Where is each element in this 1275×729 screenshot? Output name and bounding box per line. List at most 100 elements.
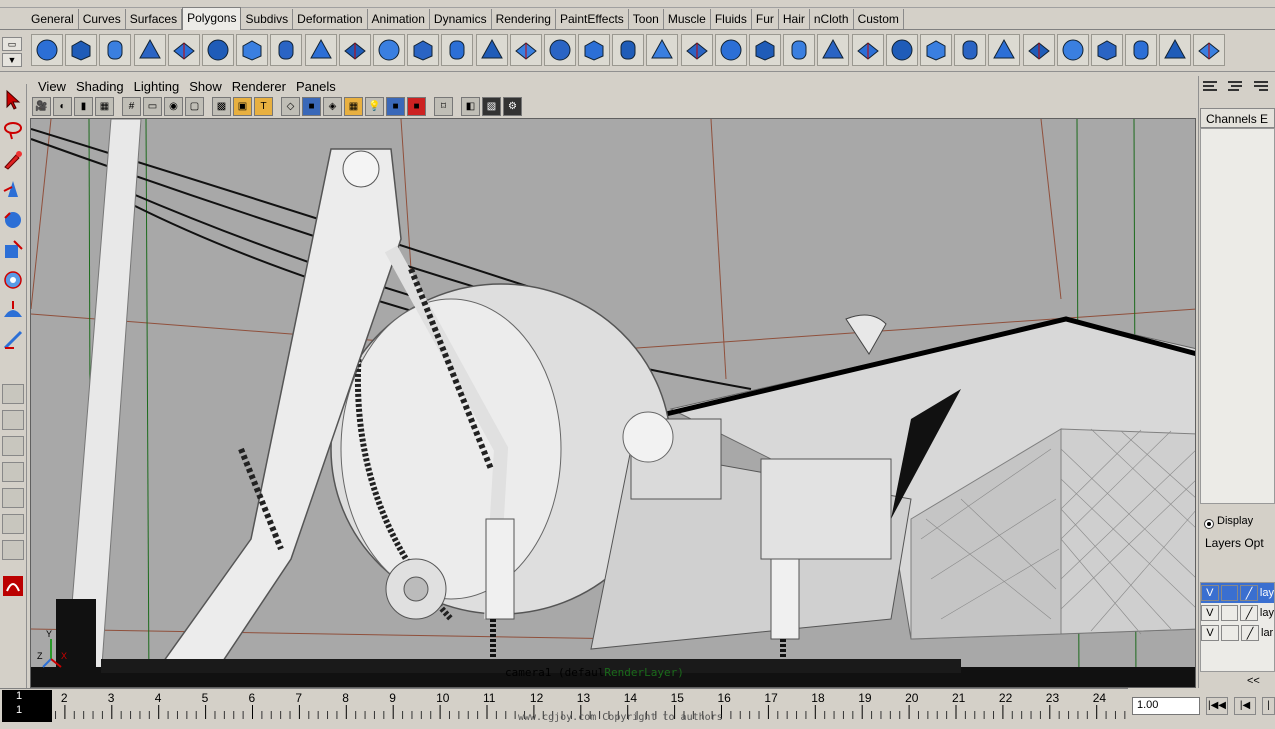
gate-mask-icon[interactable]: ▢ <box>185 97 204 116</box>
poly-reduce-icon[interactable] <box>817 34 850 66</box>
layer-template-toggle[interactable] <box>1220 585 1239 601</box>
shelf-tab-hair[interactable]: Hair <box>779 9 810 29</box>
safe-action-icon[interactable]: ▣ <box>233 97 252 116</box>
poly-uv-planar-icon[interactable] <box>1022 34 1055 66</box>
shelf-tab-dynamics[interactable]: Dynamics <box>430 9 492 29</box>
shelf-tab-deformation[interactable]: Deformation <box>293 9 368 29</box>
panel-menu-lighting[interactable]: Lighting <box>129 76 185 96</box>
poly-uv-automatic-icon[interactable] <box>1125 34 1158 66</box>
scale-tool-icon[interactable] <box>1 236 25 264</box>
attribute-editor-toggle-icon[interactable] <box>1225 78 1245 96</box>
layer-color-swatch[interactable]: ╱ <box>1241 625 1259 641</box>
panel-menu-panels[interactable]: Panels <box>291 76 341 96</box>
isolate-select-icon[interactable]: ⌑ <box>434 97 453 116</box>
poly-fill-hole-icon[interactable] <box>919 34 952 66</box>
layer-visibility-toggle[interactable]: V <box>1201 585 1219 601</box>
shelf-menu-arrow-icon[interactable]: ▼ <box>2 53 22 67</box>
shelf-tab-toon[interactable]: Toon <box>629 9 664 29</box>
shelf-tab-editor-icon[interactable]: ▭ <box>2 37 22 51</box>
high-quality-icon[interactable]: ■ <box>407 97 426 116</box>
panel-menu-renderer[interactable]: Renderer <box>227 76 291 96</box>
poly-soccer-ball-icon[interactable] <box>270 34 303 66</box>
move-tool-icon[interactable] <box>1 176 25 204</box>
universal-manipulator-icon[interactable] <box>1 266 25 294</box>
step-back-icon[interactable]: |◀ <box>1234 697 1256 715</box>
shelf-tab-subdivs[interactable]: Subdivs <box>241 9 294 29</box>
poly-combine-icon[interactable] <box>304 34 337 66</box>
grid-icon[interactable]: # <box>122 97 141 116</box>
shelf-tab-muscle[interactable]: Muscle <box>664 9 711 29</box>
poly-bevel-icon[interactable] <box>749 34 782 66</box>
film-gate-icon[interactable]: ▭ <box>143 97 162 116</box>
xray-joints-icon[interactable]: ▧ <box>482 97 501 116</box>
tool-settings-toggle-icon[interactable] <box>1251 78 1271 96</box>
lasso-tool-icon[interactable] <box>1 116 25 144</box>
display-radio-icon[interactable] <box>1204 519 1214 529</box>
poly-merge-icon[interactable] <box>954 34 987 66</box>
poly-split-icon[interactable] <box>578 34 611 66</box>
layer-row[interactable]: V ╱ lay <box>1201 603 1274 623</box>
layer-color-swatch[interactable]: ╱ <box>1240 605 1258 621</box>
layer-row[interactable]: V ╱ lar <box>1201 623 1274 643</box>
poly-cube-icon[interactable] <box>65 34 98 66</box>
select-tool-icon[interactable] <box>1 86 25 114</box>
layout-four-icon[interactable] <box>2 410 24 430</box>
current-frame-marker[interactable]: 11 <box>2 690 52 722</box>
layer-template-toggle[interactable] <box>1221 625 1239 641</box>
layout-single-icon[interactable] <box>2 384 24 404</box>
collapse-panel-button[interactable]: << <box>1247 675 1260 687</box>
rotate-tool-icon[interactable] <box>1 206 25 234</box>
layout-graph-icon[interactable] <box>2 488 24 508</box>
field-chart-icon[interactable]: ▩ <box>212 97 231 116</box>
shadows-icon[interactable]: ■ <box>386 97 405 116</box>
viewport-3d[interactable]: Y Z X <box>30 118 1196 688</box>
image-plane-icon[interactable]: ▦ <box>95 97 114 116</box>
xray-icon[interactable]: ◧ <box>461 97 480 116</box>
poly-texture-editor-icon[interactable] <box>1193 34 1226 66</box>
poly-insert-edge-loop-icon[interactable] <box>612 34 645 66</box>
panel-menu-view[interactable]: View <box>33 76 71 96</box>
layer-row[interactable]: V ╱ lay <box>1201 583 1274 603</box>
layout-side-icon[interactable] <box>2 436 24 456</box>
safe-title-icon[interactable]: T <box>254 97 273 116</box>
channels-tab[interactable]: Channels E <box>1200 108 1275 128</box>
shelf-tab-fur[interactable]: Fur <box>752 9 779 29</box>
layer-visibility-toggle[interactable]: V <box>1201 605 1219 621</box>
resolution-gate-icon[interactable]: ◉ <box>164 97 183 116</box>
poly-torus-icon[interactable] <box>202 34 235 66</box>
poly-sculpt-icon[interactable] <box>988 34 1021 66</box>
backface-culling-icon[interactable]: ⚙ <box>503 97 522 116</box>
poly-uv-cylindrical-icon[interactable] <box>1056 34 1089 66</box>
poly-uv-editor-icon[interactable] <box>1159 34 1192 66</box>
poly-offset-edge-loop-icon[interactable] <box>646 34 679 66</box>
wireframe-icon[interactable]: ◇ <box>281 97 300 116</box>
shelf-tab-animation[interactable]: Animation <box>368 9 430 29</box>
shelf-tab-fluids[interactable]: Fluids <box>711 9 752 29</box>
poly-triangulate-icon[interactable] <box>851 34 884 66</box>
shelf-tab-painteffects[interactable]: PaintEffects <box>556 9 629 29</box>
poly-extrude-icon[interactable] <box>475 34 508 66</box>
poly-plane-icon[interactable] <box>167 34 200 66</box>
layout-persp-graph-icon[interactable] <box>2 540 24 560</box>
poly-smooth-icon[interactable] <box>783 34 816 66</box>
layer-visibility-toggle[interactable]: V <box>1201 625 1219 641</box>
show-manipulator-icon[interactable] <box>1 326 25 354</box>
smooth-shade-icon[interactable]: ■ <box>302 97 321 116</box>
shelf-tab-curves[interactable]: Curves <box>79 9 126 29</box>
poly-bridge-icon[interactable] <box>509 34 542 66</box>
poly-boolean-union-icon[interactable] <box>372 34 405 66</box>
panel-menu-show[interactable]: Show <box>184 76 227 96</box>
poly-mirror-icon[interactable] <box>441 34 474 66</box>
layout-outliner-icon[interactable] <box>2 462 24 482</box>
use-all-lights-icon[interactable]: 💡 <box>365 97 384 116</box>
poly-quadrangulate-icon[interactable] <box>885 34 918 66</box>
shelf-tab-custom[interactable]: Custom <box>854 9 904 29</box>
wireframe-on-shaded-icon[interactable]: ◈ <box>323 97 342 116</box>
current-frame-field[interactable]: 1.00 <box>1132 697 1200 715</box>
shelf-tab-ncloth[interactable]: nCloth <box>810 9 854 29</box>
layout-hypershade-icon[interactable] <box>2 514 24 534</box>
poly-boolean-difference-icon[interactable] <box>407 34 440 66</box>
poly-cone-icon[interactable] <box>133 34 166 66</box>
poly-uv-spherical-icon[interactable] <box>1090 34 1123 66</box>
play-back-icon[interactable]: | <box>1262 697 1275 715</box>
